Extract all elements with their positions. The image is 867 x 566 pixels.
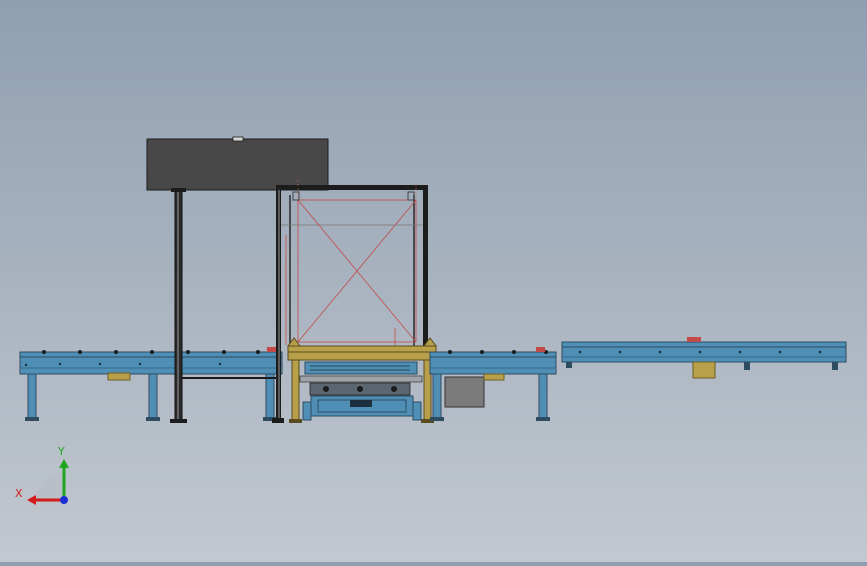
- y-axis-label: Y: [57, 445, 65, 458]
- left-roller-conveyor: [19, 347, 283, 421]
- cad-viewport[interactable]: Y X: [0, 0, 867, 562]
- outfeed-roller-conveyor: [561, 337, 847, 379]
- triad-plane-icon: [36, 472, 64, 500]
- transfer-roller-conveyor: [429, 347, 557, 421]
- z-axis-dot-icon: [60, 496, 68, 504]
- assembly-drawing: Y X: [15, 136, 847, 505]
- coordinate-triad: Y X: [15, 445, 69, 505]
- lift-carriage: [287, 337, 437, 423]
- x-axis-label: X: [15, 487, 23, 500]
